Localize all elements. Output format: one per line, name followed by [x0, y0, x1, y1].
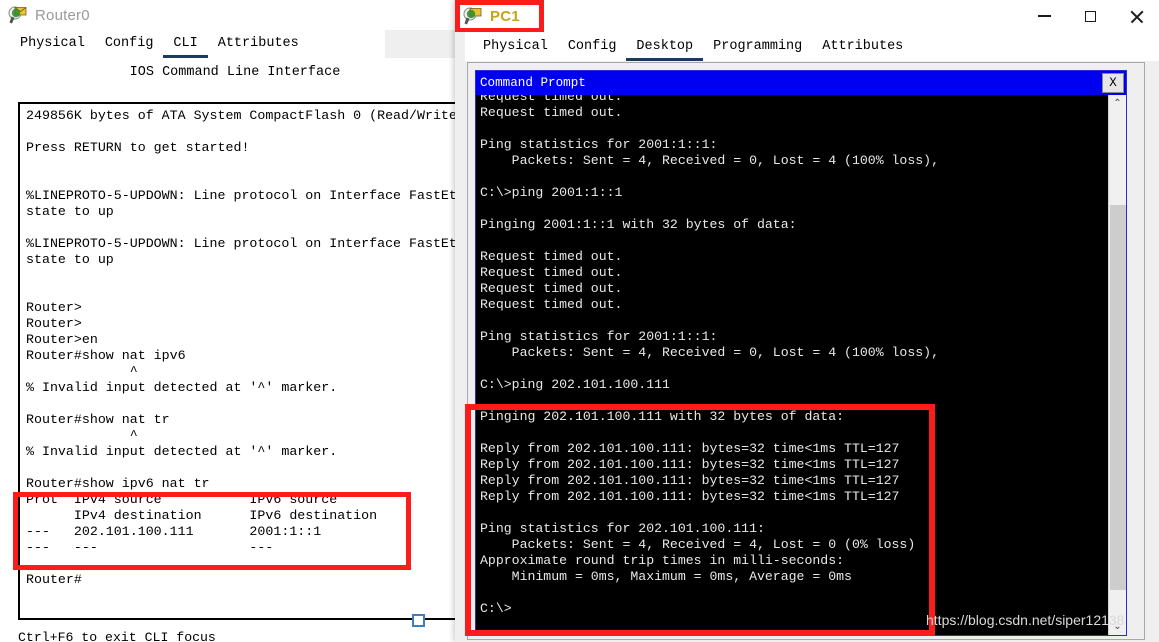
router0-tabstrip[interactable]: Physical Config CLI Attributes: [0, 30, 470, 58]
tab-physical[interactable]: Physical: [10, 33, 95, 58]
maximize-icon: [1084, 10, 1096, 22]
close-button[interactable]: [1113, 0, 1159, 32]
pc1-window[interactable]: PC1 Physical Config Desktop Programming: [455, 0, 1159, 642]
cli-panel-header: IOS Command Line Interface: [129, 65, 341, 80]
desktop-panel: Command Prompt X Request timed out. Requ…: [467, 62, 1145, 640]
tab-config[interactable]: Config: [95, 33, 164, 58]
scroll-up-icon[interactable]: ⌃: [1109, 95, 1126, 112]
router0-window[interactable]: Router0 Physical Config CLI Attributes I…: [0, 0, 470, 642]
command-prompt-scrollbar[interactable]: ⌃ ⌄: [1108, 95, 1126, 635]
command-prompt-title: Command Prompt: [480, 76, 586, 90]
tab-config[interactable]: Config: [558, 36, 627, 61]
pc1-window-controls[interactable]: [1021, 0, 1159, 32]
command-prompt-titlebar[interactable]: Command Prompt X: [476, 71, 1126, 95]
minimize-icon: [1037, 15, 1051, 17]
pc-device-icon: [463, 6, 483, 26]
tab-attributes[interactable]: Attributes: [208, 33, 309, 58]
tab-attributes[interactable]: Attributes: [812, 36, 913, 61]
cli-resize-handle[interactable]: [412, 614, 425, 627]
router-cli-text: 249856K bytes of ATA System CompactFlash…: [26, 108, 457, 587]
maximize-button[interactable]: [1067, 0, 1113, 32]
tab-physical[interactable]: Physical: [473, 36, 558, 61]
close-icon: [1130, 10, 1143, 23]
scroll-down-icon[interactable]: ⌄: [1109, 618, 1126, 635]
router0-titlebar[interactable]: Router0: [0, 0, 470, 30]
screen-root: Router0 Physical Config CLI Attributes I…: [0, 0, 1159, 642]
router-cli-terminal[interactable]: 249856K bytes of ATA System CompactFlash…: [18, 102, 464, 620]
command-prompt-text: Request timed out. Request timed out. Pi…: [480, 95, 939, 616]
command-prompt-close-button[interactable]: X: [1102, 73, 1124, 93]
command-prompt-screen[interactable]: Request timed out. Request timed out. Pi…: [476, 95, 1110, 635]
tab-desktop[interactable]: Desktop: [626, 36, 704, 61]
command-prompt-window[interactable]: Command Prompt X Request timed out. Requ…: [475, 70, 1127, 636]
pc1-titlebar[interactable]: PC1: [455, 0, 1159, 32]
minimize-button[interactable]: [1021, 0, 1067, 32]
pc1-body: Physical Config Desktop Programming Attr…: [455, 32, 1159, 642]
scrollbar-thumb[interactable]: [1110, 205, 1126, 590]
pc1-title-text: PC1: [490, 7, 520, 25]
tab-cli[interactable]: CLI: [163, 33, 208, 58]
pc1-tabstrip[interactable]: Physical Config Desktop Programming Attr…: [465, 32, 1159, 61]
router0-title-text: Router0: [35, 6, 90, 24]
router-device-icon: [8, 5, 28, 25]
cli-focus-hint: Ctrl+F6 to exit CLI focus: [18, 630, 216, 642]
tab-programming[interactable]: Programming: [703, 36, 812, 61]
router0-body: Physical Config CLI Attributes IOS Comma…: [0, 30, 470, 642]
